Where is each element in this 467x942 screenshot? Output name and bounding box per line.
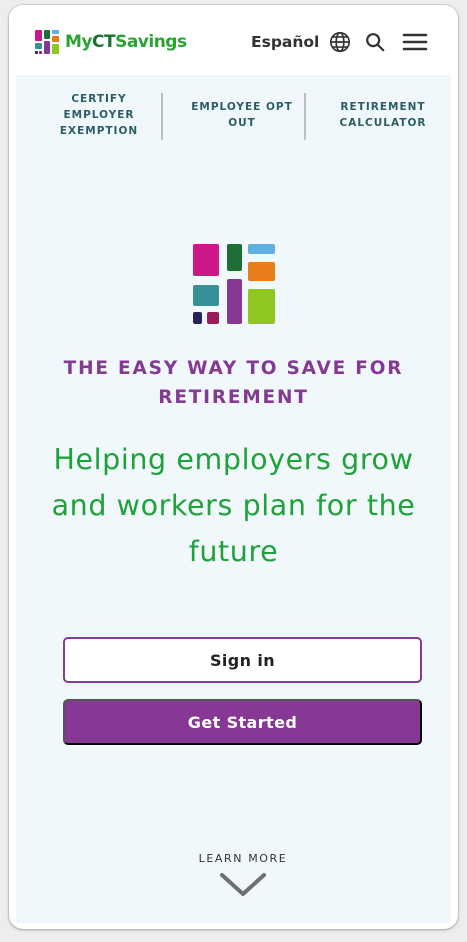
- get-started-button[interactable]: Get Started: [63, 699, 422, 745]
- logo-wordmark: MyCTSavings: [65, 32, 187, 52]
- mycts-logo[interactable]: MyCTSavings: [35, 30, 187, 54]
- learn-more-label: LEARN MORE: [198, 852, 288, 865]
- language-label: Español: [251, 33, 320, 51]
- language-toggle[interactable]: Español: [251, 32, 351, 52]
- site-header: MyCTSavings Español: [9, 5, 458, 75]
- hero-headline: Helping employers grow and workers plan …: [51, 443, 416, 568]
- learn-more-link[interactable]: LEARN MORE: [153, 851, 333, 909]
- brand-mark-icon: [193, 244, 275, 328]
- quick-link-retirement-calculator[interactable]: RETIREMENT CALCULATOR: [316, 89, 450, 141]
- search-icon[interactable]: [364, 31, 386, 53]
- logo-mark-icon: [35, 30, 59, 54]
- quick-link-divider: [304, 93, 306, 140]
- quick-link-employee-opt-out[interactable]: EMPLOYEE OPT OUT: [176, 89, 308, 141]
- sign-in-button[interactable]: Sign in: [63, 637, 422, 683]
- globe-icon: [330, 32, 351, 52]
- hero-section: CERTIFY EMPLOYER EXEMPTION EMPLOYEE OPT …: [16, 75, 451, 923]
- phone-frame: MyCTSavings Español CERTIFY EMPLOYER EXE…: [9, 5, 458, 929]
- quick-links-bar: CERTIFY EMPLOYER EXEMPTION EMPLOYEE OPT …: [16, 89, 451, 141]
- hero-eyebrow: THE EASY WAY TO SAVE FOR RETIREMENT: [63, 358, 404, 408]
- chevron-down-icon: [220, 873, 266, 896]
- quick-link-divider: [161, 93, 163, 140]
- quick-link-certify-employer-exemption[interactable]: CERTIFY EMPLOYER EXEMPTION: [40, 89, 158, 141]
- hamburger-menu-icon[interactable]: [402, 32, 428, 52]
